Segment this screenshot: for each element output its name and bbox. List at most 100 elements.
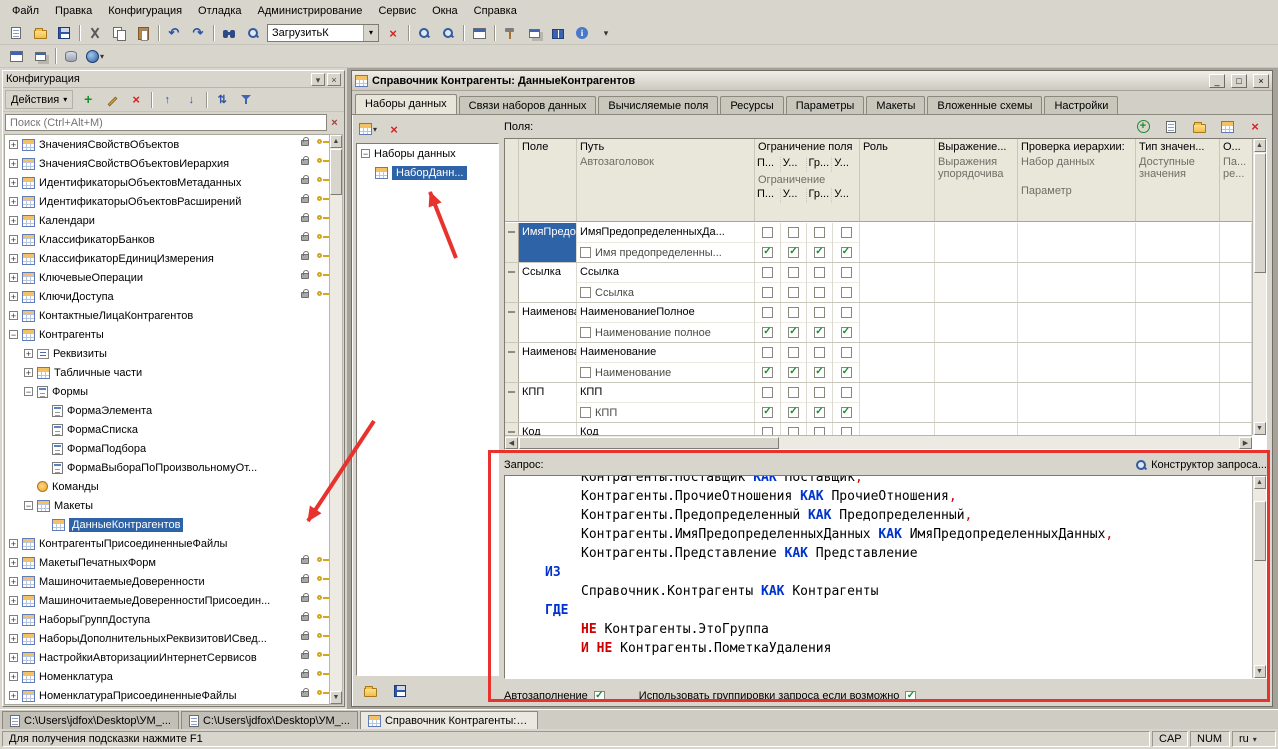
tab-6[interactable]: Вложенные схемы [927, 96, 1042, 114]
maximize-button[interactable]: □ [1231, 74, 1247, 88]
window-tab[interactable]: C:\Users\jdfox\Desktop\УМ_... [2, 711, 179, 729]
table-row[interactable]: НаименованНаименованиеНаименование [505, 343, 1252, 383]
auto-title-checkbox[interactable] [580, 247, 591, 258]
update-db-configuration-button[interactable] [60, 46, 82, 66]
attr-restriction-checkbox[interactable] [841, 247, 852, 258]
expander-icon[interactable]: + [9, 273, 18, 282]
query-builder-button[interactable]: Конструктор запроса... [1135, 459, 1267, 471]
auto-title-checkbox[interactable] [580, 287, 591, 298]
add-button[interactable]: + [77, 90, 99, 110]
tree-item[interactable]: +МакетыПечатныхФорм [5, 553, 329, 572]
scroll-right-icon[interactable]: ▶ [1239, 437, 1252, 449]
tab-1[interactable]: Связи наборов данных [459, 96, 597, 114]
expander-icon[interactable]: + [9, 596, 18, 605]
find-button[interactable] [242, 23, 264, 43]
scroll-down-icon[interactable]: ▼ [1254, 422, 1266, 435]
tab-5[interactable]: Макеты [866, 96, 925, 114]
row-handle[interactable] [505, 423, 519, 435]
expander-icon[interactable]: + [24, 368, 33, 377]
row-handle[interactable] [505, 263, 519, 302]
expression-cell[interactable] [935, 303, 1018, 342]
pin-panel-button[interactable]: ▾ [311, 73, 325, 86]
tab-3[interactable]: Ресурсы [720, 96, 783, 114]
expander-icon[interactable]: + [9, 235, 18, 244]
attr-restriction-checkbox[interactable] [762, 287, 773, 298]
clear-search-button[interactable]: × [382, 23, 404, 43]
chevron-down-icon[interactable]: ▾ [363, 25, 378, 41]
tree-item[interactable]: +НастройкиАвторизацииИнтернетСервисов [5, 648, 329, 667]
expander-icon[interactable]: + [9, 634, 18, 643]
redo-button[interactable]: ↷ [187, 23, 209, 43]
query-editor[interactable]: Контрагенты.Поставщик КАК Поставщик,Конт… [504, 475, 1267, 679]
field-restriction-checkbox[interactable] [841, 307, 852, 318]
table-row[interactable]: НаименованНаименованиеПолноеНаименование… [505, 303, 1252, 343]
hierarchy-cell[interactable] [1018, 383, 1136, 422]
tree-item[interactable]: +МашиночитаемыеДоверенности [5, 572, 329, 591]
auto-title-checkbox[interactable] [580, 327, 591, 338]
tree-item[interactable]: +КонтактныеЛицаКонтрагентов [5, 306, 329, 325]
field-restriction-checkbox[interactable] [814, 307, 825, 318]
field-restriction-checkbox[interactable] [762, 387, 773, 398]
table-row[interactable]: СсылкаСсылкаСсылка [505, 263, 1252, 303]
tree-item[interactable]: +КлючиДоступа [5, 287, 329, 306]
path-cell[interactable]: ИмяПредопределенныхДа...Имя предопределе… [577, 223, 755, 262]
open-configuration-button[interactable] [5, 46, 27, 66]
scroll-thumb[interactable] [330, 149, 342, 195]
move-down-button[interactable]: ↓ [180, 90, 202, 110]
language-indicator[interactable]: ru ▾ [1232, 731, 1276, 747]
path-cell[interactable]: НаименованиеНаименование [577, 343, 755, 382]
hierarchy-cell[interactable] [1018, 263, 1136, 302]
scroll-thumb[interactable] [519, 437, 779, 449]
tree-item[interactable]: +Реквизиты [5, 344, 329, 363]
field-restriction-checkbox[interactable] [841, 387, 852, 398]
save-dataset-button[interactable] [389, 681, 411, 701]
auto-title-checkbox[interactable] [580, 407, 591, 418]
global-search-button[interactable] [218, 23, 240, 43]
tree-item[interactable]: +ЗначенияСвойствОбъектовИерархия [5, 154, 329, 173]
tree-item[interactable]: −Контрагенты [5, 325, 329, 344]
start-debugging-button[interactable]: ▾ [84, 46, 106, 66]
field-restriction-checkbox[interactable] [841, 347, 852, 358]
row-handle[interactable] [505, 303, 519, 342]
field-restriction-checkbox[interactable] [814, 347, 825, 358]
expander-icon[interactable]: + [9, 311, 18, 320]
path-cell[interactable]: СсылкаСсылка [577, 263, 755, 302]
more-commands-button[interactable]: ▾ [595, 23, 617, 43]
attr-restriction-checkbox[interactable] [841, 407, 852, 418]
menu-item-2[interactable]: Конфигурация [100, 2, 190, 20]
extra-cell[interactable] [1220, 303, 1252, 342]
menu-item-3[interactable]: Отладка [190, 2, 249, 20]
scroll-down-icon[interactable]: ▼ [330, 691, 342, 704]
expression-cell[interactable] [935, 423, 1018, 435]
config-tree-scrollbar[interactable]: ▲ ▼ [329, 134, 343, 705]
tree-item[interactable]: ФормаЭлемента [5, 401, 329, 420]
attr-restriction-checkbox[interactable] [788, 327, 799, 338]
attr-restriction-checkbox[interactable] [762, 367, 773, 378]
expression-cell[interactable] [935, 263, 1018, 302]
hierarchy-cell[interactable] [1018, 423, 1136, 435]
clear-search-icon[interactable]: × [327, 117, 342, 129]
close-panel-button[interactable]: × [327, 73, 341, 86]
field-restriction-checkbox[interactable] [814, 267, 825, 278]
field-restriction-checkbox[interactable] [762, 227, 773, 238]
close-button[interactable]: × [1253, 74, 1269, 88]
expander-icon[interactable]: − [24, 387, 33, 396]
field-restriction-checkbox[interactable] [841, 427, 852, 435]
field-restriction-checkbox[interactable] [788, 347, 799, 358]
paste-button[interactable] [132, 23, 154, 43]
tree-item[interactable]: ДанныеКонтрагентов [5, 515, 329, 534]
expander-icon[interactable]: + [9, 178, 18, 187]
value-type-cell[interactable] [1136, 383, 1220, 422]
field-restriction-checkbox[interactable] [762, 267, 773, 278]
scroll-left-icon[interactable]: ◀ [505, 437, 518, 449]
expander-icon[interactable]: − [9, 330, 18, 339]
tree-item[interactable]: +КонтрагентыПрисоединенныеФайлы [5, 534, 329, 553]
info-button[interactable]: i [571, 23, 593, 43]
menu-item-0[interactable]: Файл [4, 2, 47, 20]
field-restriction-checkbox[interactable] [788, 387, 799, 398]
actions-menu-button[interactable]: Действия ▾ [5, 90, 73, 109]
find-next-button[interactable] [413, 23, 435, 43]
hierarchy-cell[interactable] [1018, 343, 1136, 382]
tab-2[interactable]: Вычисляемые поля [598, 96, 718, 114]
delete-dataset-button[interactable]: × [383, 119, 405, 139]
